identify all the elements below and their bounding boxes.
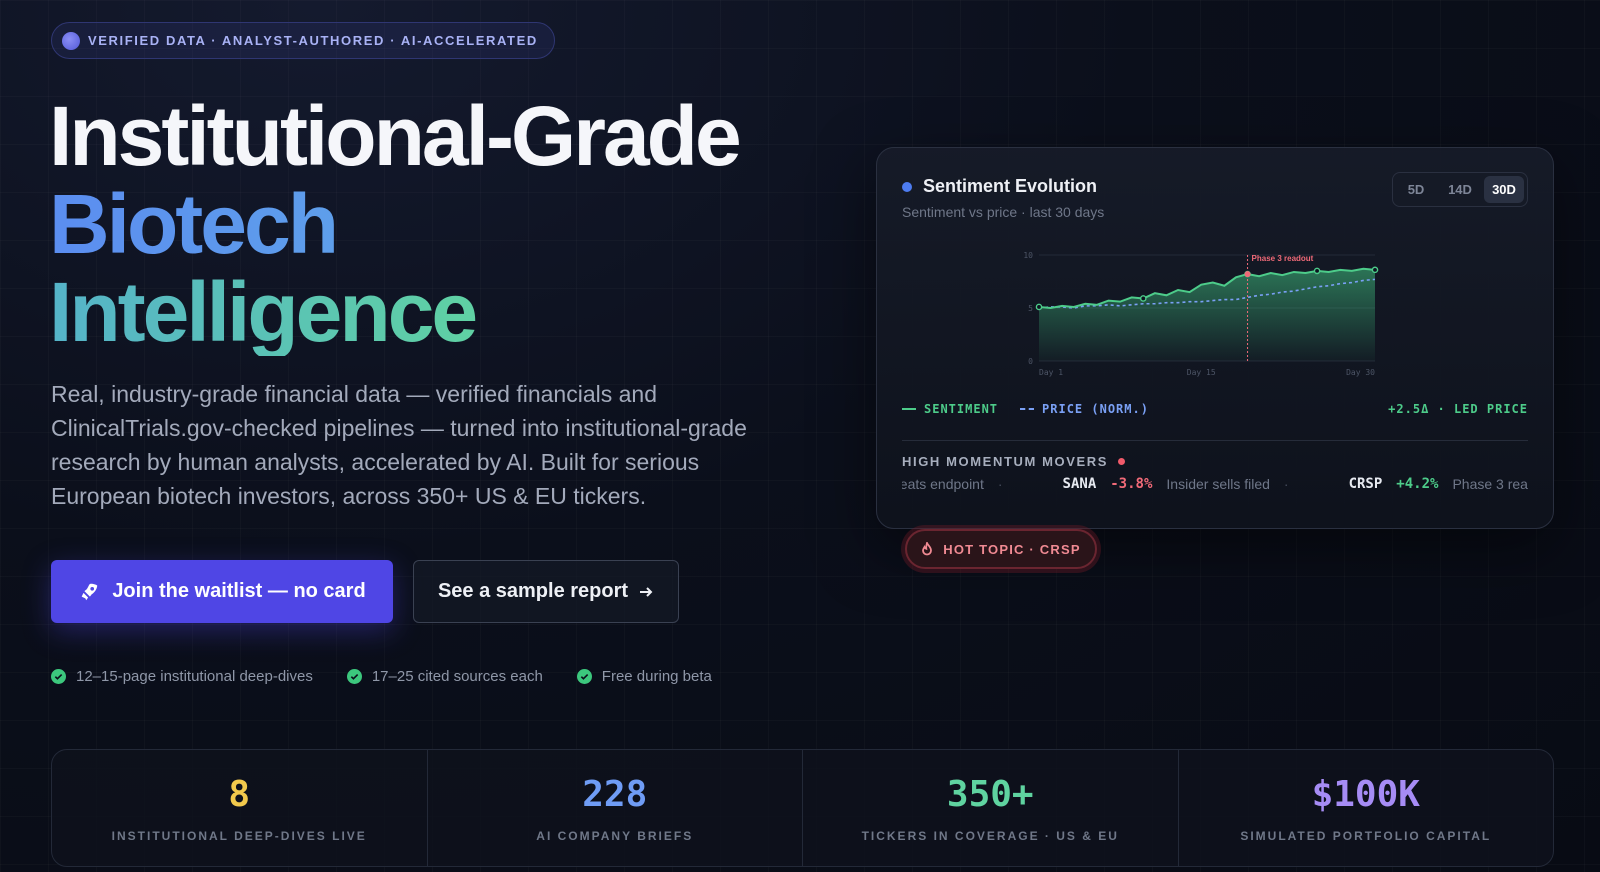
y-tick-label: 10 [1023,251,1033,260]
range-tab-14d[interactable]: 14D [1440,176,1480,203]
legend-swatch-price [1020,408,1035,410]
check-label: Free during beta [601,668,712,685]
join-waitlist-label: Join the waitlist — no card [112,580,366,602]
legend-sentiment: SENTIMENT [902,402,998,416]
check-label: 12–15-page institutional deep-dives [76,668,313,685]
chart-legend: SENTIMENT PRICE (NORM.) +2.5Δ · LED PRIC… [902,402,1528,416]
range-tab-5d[interactable]: 5D [1396,176,1436,203]
ticker-separator: · [997,476,1003,492]
sample-report-label: See a sample report [437,580,629,602]
verified-badge: VERIFIED DATA · ANALYST-AUTHORED · AI-AC… [51,22,555,59]
stat-label: INSTITUTIONAL DEEP-DIVES LIVE [111,828,367,843]
stat-portfolio: $100K SIMULATED PORTFOLIO CAPITAL [1179,750,1554,866]
chart-svg: 0 5 10 Day 1 Day 15 Day 30 Phase 3 readout [1023,251,1379,377]
x-tick-label: Day 1 [1039,368,1063,377]
hero-title: Institutional-Grade Biotech Intelligence [49,89,742,356]
flame-icon [922,542,933,556]
stat-label: TICKERS IN COVERAGE · US & EU [861,828,1119,843]
legend-price-label: PRICE (NORM.) [1042,402,1149,416]
ticker-symbol[interactable]: SANA [1063,476,1097,492]
y-tick-label: 0 [1028,357,1033,366]
hero-line-3: Intelligence [49,268,739,356]
check-icon [51,669,66,684]
annotation-label: Phase 3 readout [1252,254,1314,263]
stat-value: 350+ [946,773,1034,815]
lead-note: +2.5Δ · LED PRICE [1388,402,1528,416]
divider [902,440,1528,441]
ticker-note: Phase 3 read [1452,476,1528,492]
sentiment-point [1139,295,1147,302]
card-title: Sentiment Evolution [902,176,1097,197]
check-item: 12–15-page institutional deep-dives [51,668,313,685]
stat-tickers: 350+ TICKERS IN COVERAGE · US & EU [803,750,1179,866]
hero-description: Real, industry-grade financial data — ve… [51,381,747,509]
feature-checks: 12–15-page institutional deep-dives 17–2… [51,668,712,685]
stat-company-briefs: 228 AI COMPANY BRIEFS [428,750,803,866]
badge-text: VERIFIED DATA · ANALYST-AUTHORED · AI-AC… [88,33,538,48]
y-tick-label: 5 [1028,304,1033,313]
hot-topic-chip[interactable]: HOT TOPIC · CRSP [905,529,1097,569]
stat-label: AI COMPANY BRIEFS [536,828,694,843]
legend-price: PRICE (NORM.) [1020,402,1149,416]
sentiment-chart: 0 5 10 Day 1 Day 15 Day 30 Phase 3 readout [1017,243,1397,383]
stat-value: 228 [582,773,648,815]
card-title-text: Sentiment Evolution [923,176,1098,196]
x-tick-label: Day 15 [1187,368,1216,377]
hot-topic-label: HOT TOPIC · CRSP [943,541,1081,557]
sentiment-card: Sentiment Evolution Sentiment vs price ·… [876,147,1554,529]
stats-bar: 8 INSTITUTIONAL DEEP-DIVES LIVE 228 AI C… [51,749,1554,867]
stat-value: 8 [228,773,251,815]
range-tab-30d[interactable]: 30D [1484,176,1524,203]
range-tabs: 5D 14D 30D [1392,172,1528,207]
legend-sentiment-label: SENTIMENT [924,402,999,416]
sentiment-point [1371,266,1379,274]
stat-value: $100K [1311,773,1420,815]
check-item: 17–25 cited sources each [346,668,543,685]
check-icon [346,669,362,684]
hero-line-1: Institutional-Grade [49,89,742,183]
stat-label: SIMULATED PORTFOLIO CAPITAL [1240,828,1492,843]
ticker-change: -3.8% [1110,476,1153,492]
live-dot-icon [1118,458,1126,465]
join-waitlist-button[interactable]: Join the waitlist — no card [51,560,393,623]
rocket-icon [81,583,98,600]
status-dot-icon [902,181,912,192]
sentiment-point [1035,303,1043,311]
check-item: Free during beta [576,668,712,685]
sample-report-button[interactable]: See a sample report [413,560,679,623]
badge-dot-icon [62,31,80,50]
legend-swatch-sentiment [902,408,916,410]
movers-title-text: HIGH MOMENTUM MOVERS [902,454,1109,469]
x-tick-label: Day 30 [1346,368,1375,377]
ticker-change: +4.2% [1396,476,1439,492]
ticker-note: beats endpoint [902,476,984,492]
card-subtitle: Sentiment vs price · last 30 days [902,204,1105,220]
stat-deep-dives: 8 INSTITUTIONAL DEEP-DIVES LIVE [52,750,428,866]
hero-line-2: Biotech [49,180,739,268]
sentiment-point [1313,267,1321,275]
ticker-separator: · [1283,476,1289,492]
annotation-point [1244,271,1251,278]
arrow-right-icon [640,586,653,597]
check-icon [576,669,592,684]
ticker-symbol[interactable]: CRSP [1349,476,1383,492]
movers-ticker: beats endpoint · SANA -3.8% Insider sell… [902,476,1528,498]
check-label: 17–25 cited sources each [371,668,543,685]
movers-title: HIGH MOMENTUM MOVERS [902,454,1126,469]
ticker-track: beats endpoint · SANA -3.8% Insider sell… [902,476,1528,492]
ticker-note: Insider sells filed [1166,476,1270,492]
